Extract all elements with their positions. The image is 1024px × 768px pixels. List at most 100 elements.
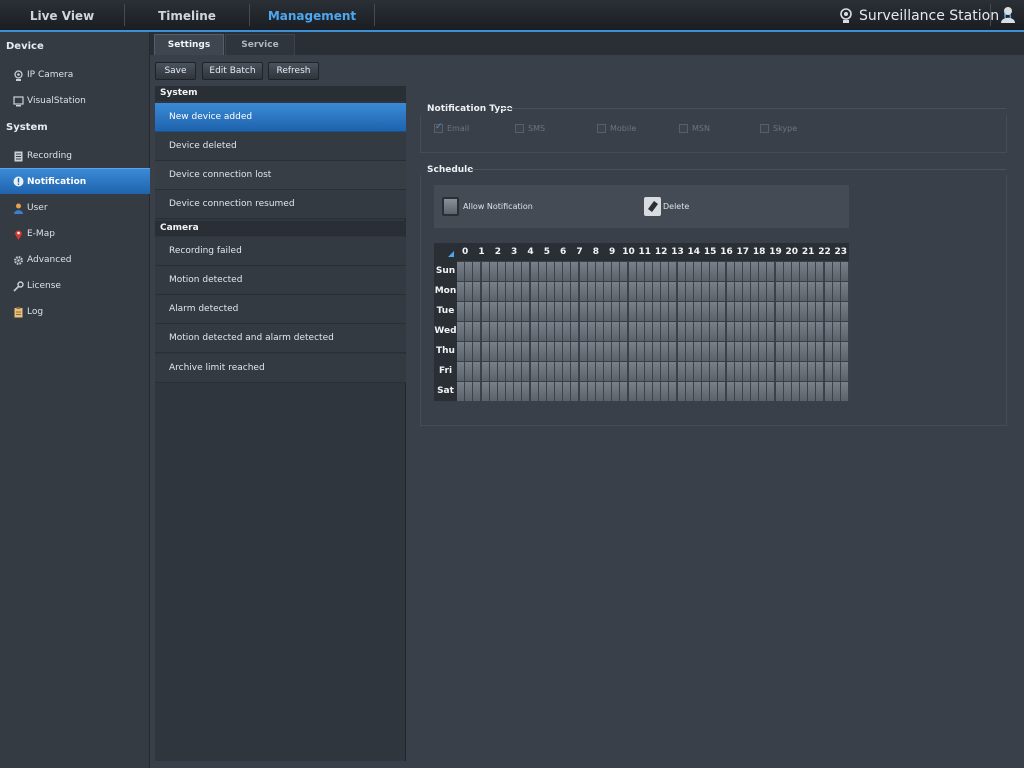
hour-header[interactable]: 16	[718, 243, 735, 261]
schedule-cell[interactable]	[775, 302, 784, 321]
schedule-cell[interactable]	[816, 362, 825, 381]
schedule-cell[interactable]	[677, 362, 686, 381]
schedule-cell[interactable]	[514, 262, 523, 281]
schedule-cell[interactable]	[457, 262, 466, 281]
schedule-cell[interactable]	[726, 302, 735, 321]
schedule-cell[interactable]	[465, 382, 474, 401]
schedule-cell[interactable]	[726, 382, 735, 401]
day-header[interactable]: Sun	[434, 261, 457, 281]
schedule-cell[interactable]	[555, 302, 564, 321]
schedule-cell[interactable]	[824, 302, 833, 321]
schedule-cell[interactable]	[718, 282, 727, 301]
schedule-cell[interactable]	[473, 342, 482, 361]
schedule-cell[interactable]	[522, 382, 531, 401]
list-item-device-deleted[interactable]: Device deleted	[155, 132, 406, 161]
schedule-cell[interactable]	[506, 342, 515, 361]
schedule-cell[interactable]	[571, 382, 580, 401]
schedule-cell[interactable]	[718, 262, 727, 281]
schedule-cell[interactable]	[661, 282, 670, 301]
schedule-cell[interactable]	[800, 362, 809, 381]
schedule-cell[interactable]	[514, 382, 523, 401]
schedule-grid[interactable]: 0 1 2 3 4 5 6 7 8 9 10 11 12 13 14 15 16 17 18 19 20 21 22 23 Su…	[434, 243, 849, 401]
schedule-cell[interactable]	[808, 262, 817, 281]
schedule-cell[interactable]	[604, 262, 613, 281]
schedule-cell[interactable]	[571, 362, 580, 381]
schedule-cell[interactable]	[832, 282, 841, 301]
schedule-cell[interactable]	[742, 382, 751, 401]
schedule-cell[interactable]	[620, 382, 629, 401]
schedule-cell[interactable]	[742, 322, 751, 341]
msn-checkbox[interactable]: MSN	[679, 124, 710, 133]
user-icon[interactable]	[999, 6, 1017, 24]
schedule-cell[interactable]	[620, 282, 629, 301]
schedule-cell[interactable]	[751, 302, 760, 321]
skype-checkbox[interactable]: Skype	[760, 124, 797, 133]
schedule-cell[interactable]	[718, 342, 727, 361]
schedule-cell[interactable]	[538, 282, 547, 301]
schedule-cell[interactable]	[840, 362, 849, 381]
schedule-cell[interactable]	[636, 322, 645, 341]
tab-service[interactable]: Service	[225, 34, 295, 55]
hour-header[interactable]: 3	[506, 243, 523, 261]
hour-header[interactable]: 20	[783, 243, 800, 261]
schedule-cell[interactable]	[612, 282, 621, 301]
schedule-cell[interactable]	[587, 322, 596, 341]
schedule-cell[interactable]	[693, 262, 702, 281]
schedule-cell[interactable]	[677, 342, 686, 361]
schedule-cell[interactable]	[628, 382, 637, 401]
schedule-cell[interactable]	[840, 342, 849, 361]
schedule-cell[interactable]	[685, 342, 694, 361]
schedule-cell[interactable]	[546, 302, 555, 321]
schedule-cell[interactable]	[465, 282, 474, 301]
schedule-cell[interactable]	[489, 302, 498, 321]
schedule-cell[interactable]	[620, 342, 629, 361]
schedule-cell[interactable]	[800, 322, 809, 341]
schedule-cell[interactable]	[555, 262, 564, 281]
schedule-cell[interactable]	[816, 262, 825, 281]
schedule-cell[interactable]	[473, 382, 482, 401]
schedule-cell[interactable]	[653, 342, 662, 361]
schedule-cell[interactable]	[497, 342, 506, 361]
schedule-cell[interactable]	[791, 282, 800, 301]
schedule-cell[interactable]	[726, 342, 735, 361]
schedule-cell[interactable]	[710, 342, 719, 361]
schedule-cell[interactable]	[800, 282, 809, 301]
schedule-cell[interactable]	[587, 302, 596, 321]
list-item-archive-limit-reached[interactable]: Archive limit reached	[155, 354, 406, 383]
schedule-cell[interactable]	[783, 342, 792, 361]
allow-notification-brush[interactable]	[442, 197, 459, 216]
schedule-cell[interactable]	[661, 262, 670, 281]
schedule-cell[interactable]	[718, 362, 727, 381]
schedule-cell[interactable]	[824, 282, 833, 301]
schedule-cell[interactable]	[546, 382, 555, 401]
schedule-cell[interactable]	[840, 382, 849, 401]
edit-batch-button[interactable]: Edit Batch	[202, 62, 263, 80]
schedule-cell[interactable]	[481, 362, 490, 381]
schedule-cell[interactable]	[669, 302, 678, 321]
schedule-cell[interactable]	[563, 382, 572, 401]
schedule-cell[interactable]	[644, 322, 653, 341]
schedule-cell[interactable]	[473, 282, 482, 301]
schedule-cell[interactable]	[824, 342, 833, 361]
schedule-cell[interactable]	[751, 322, 760, 341]
schedule-cell[interactable]	[497, 322, 506, 341]
schedule-cell[interactable]	[840, 302, 849, 321]
schedule-cell[interactable]	[693, 382, 702, 401]
hour-header[interactable]: 7	[571, 243, 588, 261]
schedule-cell[interactable]	[457, 282, 466, 301]
schedule-cell[interactable]	[522, 282, 531, 301]
schedule-cell[interactable]	[824, 362, 833, 381]
schedule-cell[interactable]	[489, 342, 498, 361]
hour-header[interactable]: 11	[636, 243, 653, 261]
schedule-cell[interactable]	[653, 282, 662, 301]
sms-checkbox[interactable]: SMS	[515, 124, 545, 133]
schedule-cell[interactable]	[775, 322, 784, 341]
save-button[interactable]: Save	[155, 62, 196, 80]
schedule-cell[interactable]	[595, 322, 604, 341]
schedule-cell[interactable]	[522, 322, 531, 341]
schedule-cell[interactable]	[636, 302, 645, 321]
schedule-cell[interactable]	[726, 322, 735, 341]
sidebar-item-log[interactable]: Log	[0, 300, 150, 324]
schedule-cell[interactable]	[489, 282, 498, 301]
schedule-cell[interactable]	[595, 282, 604, 301]
